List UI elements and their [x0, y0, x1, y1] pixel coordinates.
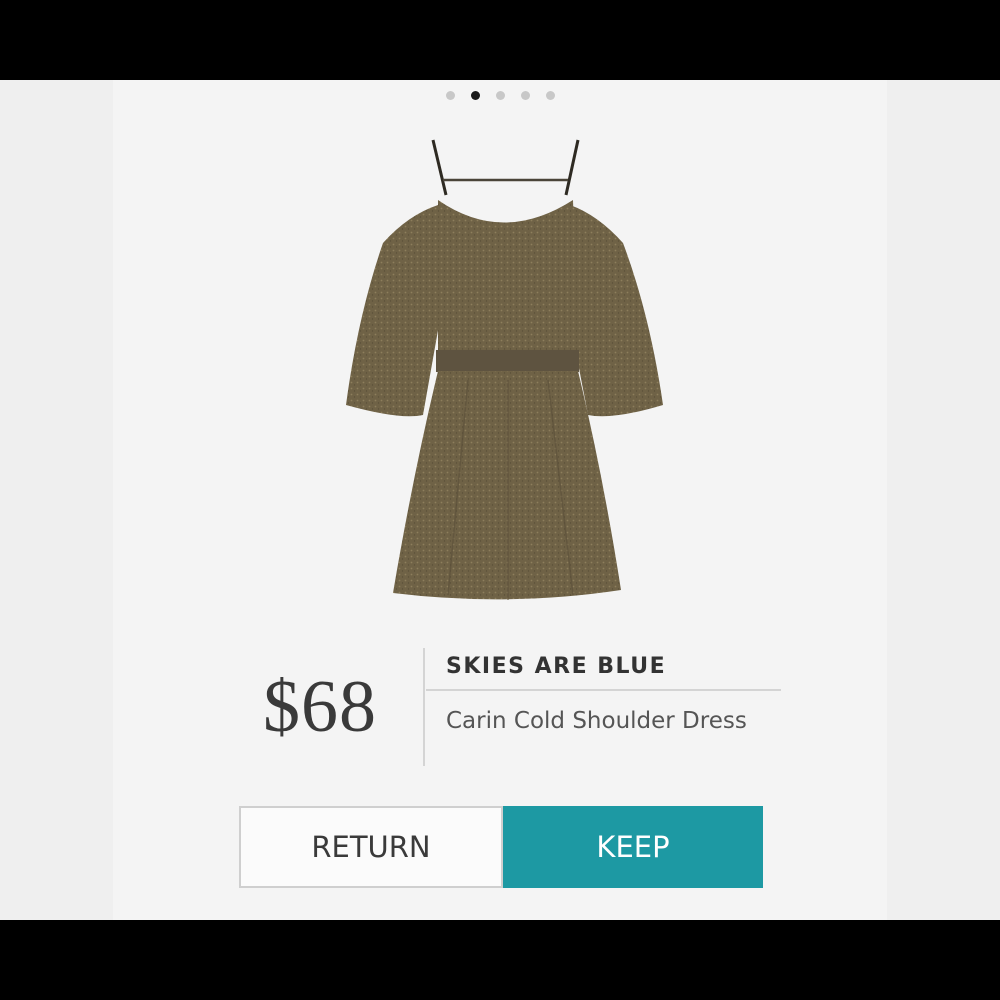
app-screen: $68 SKIES ARE BLUE Carin Cold Shoulder D… — [0, 80, 1000, 920]
cold-shoulder-dress-image[interactable] — [338, 135, 668, 605]
carousel-dot-active[interactable] — [470, 91, 480, 100]
product-name: Carin Cold Shoulder Dress — [446, 708, 747, 734]
brand-name: SKIES ARE BLUE — [446, 654, 667, 679]
horizontal-divider — [426, 689, 781, 691]
carousel-dot[interactable] — [445, 91, 455, 100]
keep-return-actions: RETURN KEEP — [239, 806, 763, 888]
carousel-dot[interactable] — [520, 91, 530, 100]
price-label: $68 — [263, 666, 377, 748]
carousel-dot[interactable] — [545, 91, 555, 100]
vertical-divider — [423, 648, 425, 766]
keep-button[interactable]: KEEP — [503, 806, 763, 888]
carousel-dot[interactable] — [495, 91, 505, 100]
return-button[interactable]: RETURN — [239, 806, 503, 888]
carousel-indicator — [113, 91, 887, 100]
product-card: $68 SKIES ARE BLUE Carin Cold Shoulder D… — [113, 80, 887, 920]
